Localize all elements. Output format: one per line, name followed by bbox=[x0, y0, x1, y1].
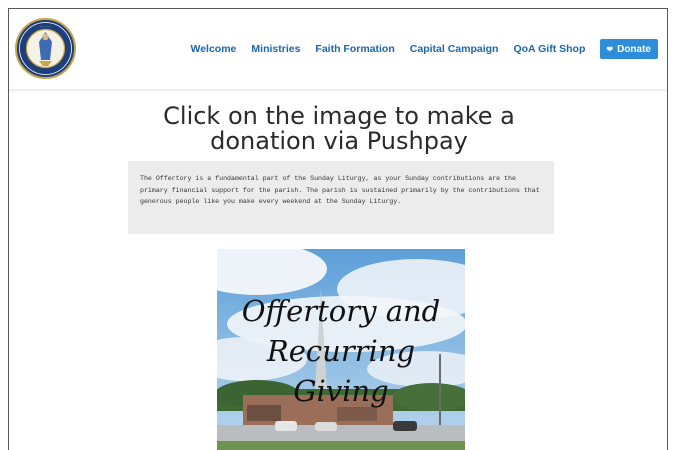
image-line-2: Recurring bbox=[266, 334, 415, 368]
donate-button[interactable]: ❤ Donate bbox=[600, 39, 658, 59]
site-header: · · · · · Welcome Ministries Faith Forma… bbox=[9, 9, 667, 89]
nav-welcome[interactable]: Welcome bbox=[190, 43, 236, 55]
browser-viewport: · · · · · Welcome Ministries Faith Forma… bbox=[8, 8, 668, 450]
heart-icon: ❤ bbox=[606, 44, 614, 54]
church-photo: Offertory and Recurring Giving bbox=[217, 249, 465, 450]
nav-qoa-gift-shop[interactable]: QoA Gift Shop bbox=[513, 43, 585, 55]
image-line-1: Offertory and bbox=[242, 294, 440, 328]
main-nav: Welcome Ministries Faith Formation Capit… bbox=[190, 39, 658, 59]
header-divider bbox=[9, 89, 667, 93]
page-title: Click on the image to make a donation vi… bbox=[163, 102, 515, 155]
parish-seal-logo[interactable]: · · · · · bbox=[15, 18, 76, 79]
nav-faith-formation[interactable]: Faith Formation bbox=[315, 43, 394, 55]
donate-label: Donate bbox=[617, 43, 651, 55]
seal-icon: · · · · · bbox=[19, 22, 72, 75]
image-line-3: Giving bbox=[293, 374, 388, 408]
pushpay-donation-image[interactable]: Offertory and Recurring Giving bbox=[217, 249, 465, 450]
nav-capital-campaign[interactable]: Capital Campaign bbox=[410, 43, 499, 55]
offertory-description: The Offertory is a fundamental part of t… bbox=[128, 161, 554, 234]
svg-text:· · · · ·: · · · · · bbox=[40, 25, 51, 30]
nav-ministries[interactable]: Ministries bbox=[251, 43, 300, 55]
